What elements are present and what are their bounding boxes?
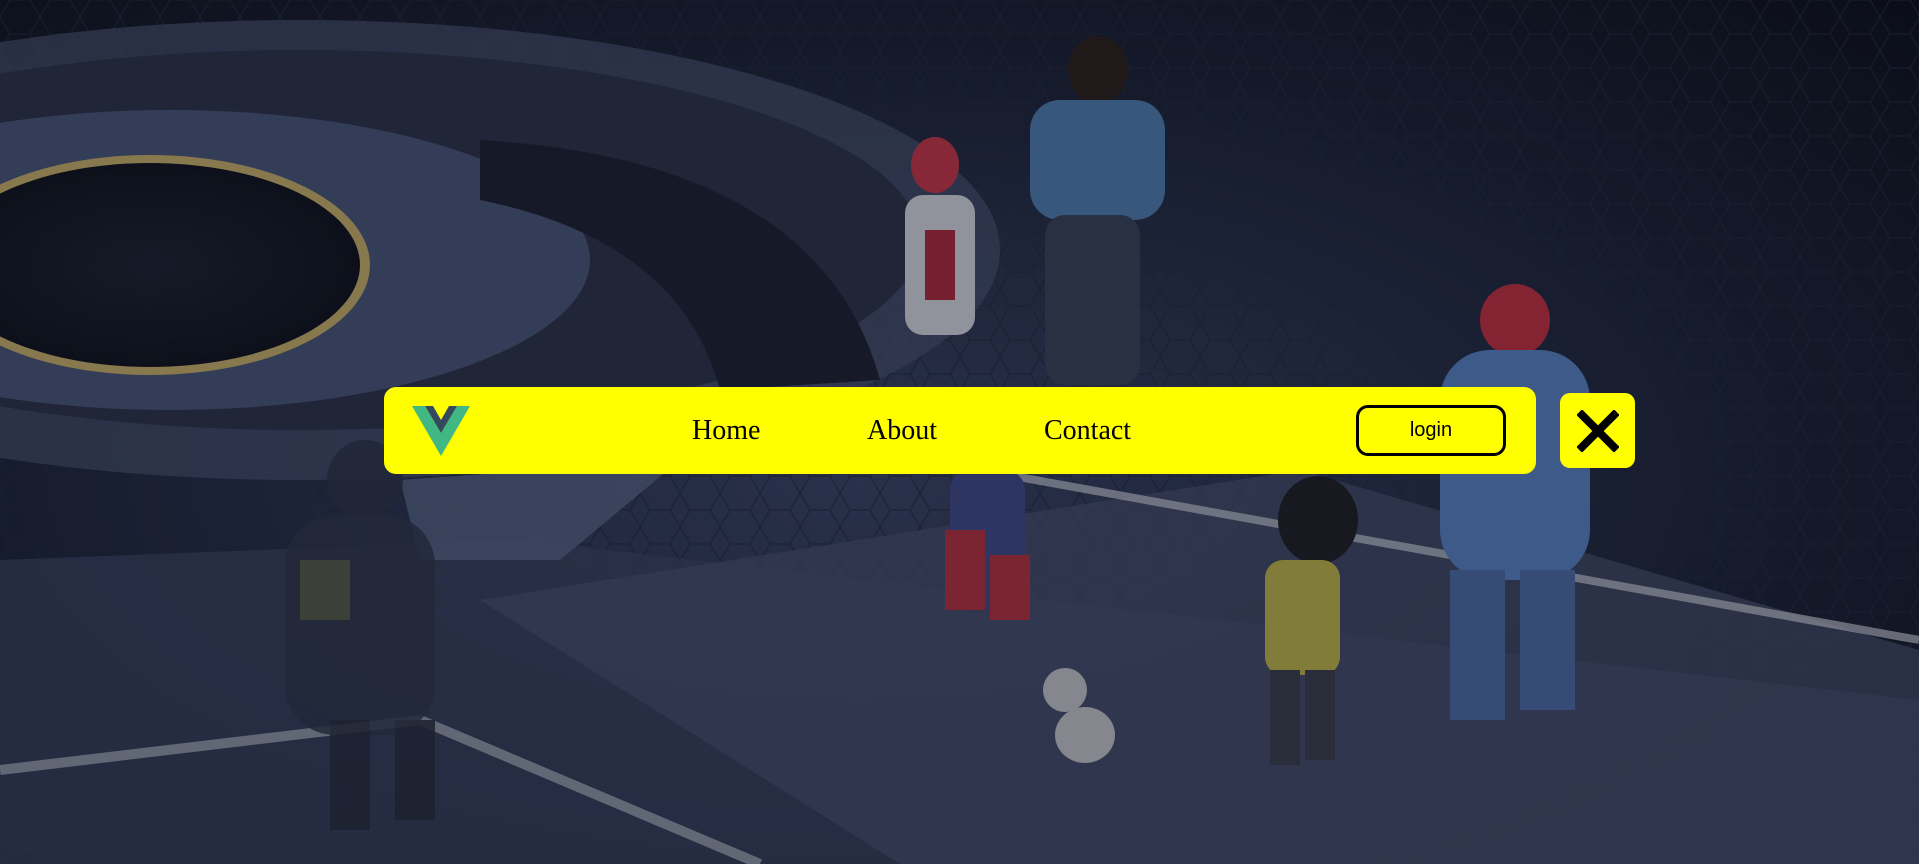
- login-button[interactable]: login: [1356, 405, 1506, 456]
- navigation-bar: Home About Contact login: [384, 387, 1536, 474]
- nav-link-home[interactable]: Home: [692, 411, 760, 451]
- close-button[interactable]: [1560, 393, 1635, 468]
- nav-link-contact[interactable]: Contact: [1044, 411, 1131, 451]
- nav-link-about[interactable]: About: [867, 411, 937, 451]
- close-icon: [1576, 409, 1619, 452]
